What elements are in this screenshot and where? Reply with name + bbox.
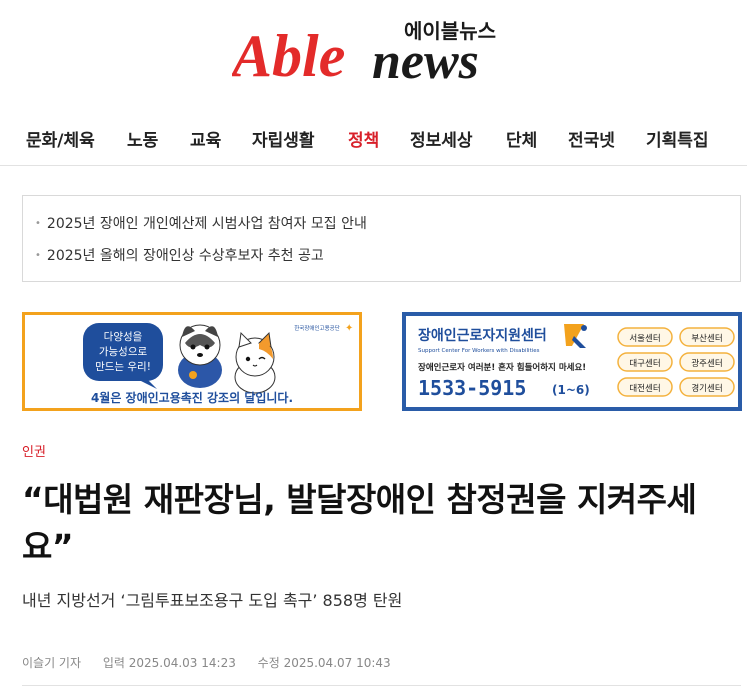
center-button-label: 대구센터 — [629, 358, 660, 369]
center-button-gwangju[interactable]: 광주센터 — [679, 352, 735, 372]
article-modified-date: 수정 2025.04.07 10:43 — [257, 656, 391, 670]
center-button-label: 부산센터 — [691, 333, 722, 344]
center-button-daegu[interactable]: 대구센터 — [617, 352, 673, 372]
banner-caption: 4월은 장애인고용촉진 강조의 달입니다. — [91, 390, 293, 405]
site-logo[interactable]: Able news 에이블뉴스 — [232, 14, 542, 86]
nav-item-organizations[interactable]: 단체 — [506, 126, 537, 151]
logo-korean-text: 에이블뉴스 — [404, 19, 496, 43]
notice-text: 2025년 장애인 개인예산제 시범사업 참여자 모집 안내 — [46, 216, 367, 232]
article-subheadline: 내년 지방선거 ‘그림투표보조용구 도입 촉구’ 858명 탄원 — [22, 591, 403, 610]
center-button-seoul[interactable]: 서울센터 — [617, 327, 673, 347]
support-center-subtitle: Support Center For Workers with Disabili… — [418, 348, 540, 354]
bubble-line-3: 만드는 우리! — [95, 361, 151, 373]
org-name: 한국장애인고용공단 — [294, 324, 340, 332]
nav-item-special-features[interactable]: 기획특집 — [646, 126, 709, 151]
article-headline: “대법원 재판장님, 발달장애인 참정권을 지켜주세요” — [22, 480, 697, 566]
nav-item-policy[interactable]: 정책 — [348, 126, 379, 151]
nav-item-info-world[interactable]: 정보세상 — [410, 126, 473, 151]
org-logo-icon: ✦ — [345, 323, 353, 334]
banner-support-center[interactable]: 장애인근로자지원센터 Support Center For Workers wi… — [402, 312, 742, 411]
article-meta: 이슬기 기자 입력 2025.04.03 14:23 수정 2025.04.07… — [22, 654, 409, 671]
support-center-phone-suffix: (1~6) — [552, 383, 590, 397]
meta-divider — [22, 685, 741, 686]
bubble-line-1: 다양성을 — [104, 331, 143, 343]
bullet-icon: • — [35, 218, 41, 229]
bullet-icon: • — [35, 250, 41, 261]
center-button-label: 경기센터 — [691, 383, 722, 394]
article-reporter[interactable]: 이슬기 기자 — [22, 656, 81, 670]
support-center-logo-icon — [564, 324, 587, 348]
nav-divider — [0, 165, 747, 166]
dog-mascot-icon — [178, 324, 222, 388]
center-button-label: 광주센터 — [691, 358, 722, 369]
article-category[interactable]: 인권 — [22, 441, 46, 460]
center-button-busan[interactable]: 부산센터 — [679, 327, 735, 347]
cat-mascot-icon — [234, 331, 276, 394]
notice-item[interactable]: • 2025년 올해의 장애인상 수상후보자 추천 공고 — [35, 245, 324, 265]
support-center-phone[interactable]: 1533-5915 — [418, 376, 526, 400]
center-button-gyeonggi[interactable]: 경기센터 — [679, 377, 735, 397]
main-nav: 문화/체육 노동 교육 자립생활 정책 정보세상 단체 전국넷 기획특집 — [0, 120, 747, 156]
support-center-message: 장애인근로자 여러분! 혼자 힘들어하지 마세요! — [418, 362, 586, 373]
logo-able-text: Able — [232, 23, 345, 86]
bubble-line-2: 가능성으로 — [99, 346, 148, 358]
notice-text: 2025년 올해의 장애인상 수상후보자 추천 공고 — [46, 248, 324, 264]
nav-item-labor[interactable]: 노동 — [127, 126, 158, 151]
center-button-label: 대전센터 — [629, 383, 660, 394]
nav-item-culture-sports[interactable]: 문화/체육 — [26, 126, 95, 151]
notice-item[interactable]: • 2025년 장애인 개인예산제 시범사업 참여자 모집 안내 — [35, 213, 367, 233]
center-button-label: 서울센터 — [629, 333, 660, 344]
nav-item-education[interactable]: 교육 — [190, 126, 221, 151]
nav-item-independent-living[interactable]: 자립생활 — [252, 126, 315, 151]
support-center-title: 장애인근로자지원센터 — [418, 327, 547, 344]
nav-item-nationwide[interactable]: 전국넷 — [568, 126, 615, 151]
banner-employment-promotion[interactable]: 다양성을 가능성으로 만드는 우리! 한국장애인고용공단 ✦ 4월은 장애인고용… — [22, 312, 362, 411]
notice-box: • 2025년 장애인 개인예산제 시범사업 참여자 모집 안내 • 2025년 올… — [22, 195, 741, 282]
center-button-daejeon[interactable]: 대전센터 — [617, 377, 673, 397]
article-published-date: 입력 2025.04.03 14:23 — [102, 656, 236, 670]
